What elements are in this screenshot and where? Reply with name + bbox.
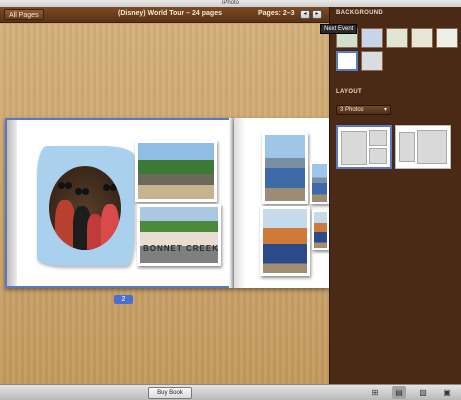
pages-indicator: Pages: 2–3 — [258, 10, 295, 17]
partial-photo-2[interactable] — [312, 210, 329, 250]
layout-slot — [369, 148, 387, 164]
partial-image-2 — [314, 212, 327, 248]
background-swatch[interactable] — [361, 28, 383, 48]
partial-photo-1[interactable] — [310, 162, 329, 204]
window-titlebar: iPhoto — [0, 0, 461, 7]
person-4 — [101, 204, 119, 250]
layout-select[interactable]: 3 Photos ▾ — [336, 105, 391, 115]
background-swatch[interactable] — [361, 51, 383, 71]
main-street-image — [263, 209, 307, 273]
park-group-photo[interactable] — [262, 132, 308, 204]
background-swatch-selected[interactable] — [336, 51, 358, 71]
person-1 — [55, 200, 75, 250]
app-title: iPhoto — [221, 0, 239, 6]
partial-image-1 — [312, 164, 327, 202]
mickey-ears-icon — [58, 182, 72, 189]
bonnet-creek-caption: BONNET CREEK — [143, 244, 220, 253]
book-spine — [7, 120, 17, 286]
next-page-button[interactable]: ▸ — [312, 10, 322, 19]
left-page[interactable]: BONNET CREEK — [5, 118, 234, 288]
resort-entrance-photo[interactable] — [135, 140, 217, 202]
background-swatch[interactable] — [436, 28, 458, 48]
background-section-label: BACKGROUND — [336, 10, 383, 16]
add-page-icon[interactable]: ⊞ — [368, 386, 382, 399]
background-swatch[interactable] — [386, 28, 408, 48]
park-group-image — [265, 135, 305, 201]
bottom-toolbar: Buy Book ⊞ ▤ ▧ ▣ — [0, 384, 461, 400]
previous-page-button[interactable]: ◂ — [300, 10, 310, 19]
right-page[interactable] — [234, 118, 329, 288]
design-sidebar: BACKGROUND LAYOUT 3 Photos ▾ — [329, 7, 461, 384]
layout-icon[interactable]: ▤ — [392, 386, 406, 399]
mickey-ears-icon — [75, 188, 89, 195]
layout-option-selected[interactable] — [336, 125, 392, 169]
mickey-ears-icon — [103, 184, 117, 191]
page-number-badge[interactable]: 2 — [114, 295, 133, 304]
next-event-tooltip: Next Event — [320, 24, 358, 34]
family-photo-oval[interactable] — [49, 166, 121, 250]
main-street-photo[interactable] — [260, 206, 310, 276]
buy-book-button[interactable]: Buy Book — [148, 387, 192, 399]
chevron-down-icon: ▾ — [383, 107, 387, 113]
bonnet-creek-photo[interactable]: BONNET CREEK — [137, 204, 221, 266]
layout-select-value: 3 Photos — [340, 107, 364, 113]
all-pages-button[interactable]: All Pages — [4, 9, 44, 20]
book-spread: BONNET CREEK — [5, 118, 329, 288]
oval-photo-mat[interactable] — [37, 146, 134, 266]
book-toolbar: All Pages (Disney) World Tour – 24 pages… — [0, 7, 329, 23]
layout-section-label: LAYOUT — [336, 89, 362, 95]
resort-entrance-image — [138, 143, 214, 199]
photos-icon[interactable]: ▧ — [416, 386, 430, 399]
layout-slot — [369, 130, 387, 146]
layout-slot — [341, 131, 367, 165]
layout-slot — [399, 132, 415, 162]
layout-option[interactable] — [395, 125, 451, 169]
book-title: (Disney) World Tour – 24 pages — [118, 10, 222, 17]
background-swatch[interactable] — [411, 28, 433, 48]
bonnet-creek-image — [140, 207, 218, 263]
themes-icon[interactable]: ▣ — [440, 386, 454, 399]
layout-slot — [417, 130, 447, 164]
